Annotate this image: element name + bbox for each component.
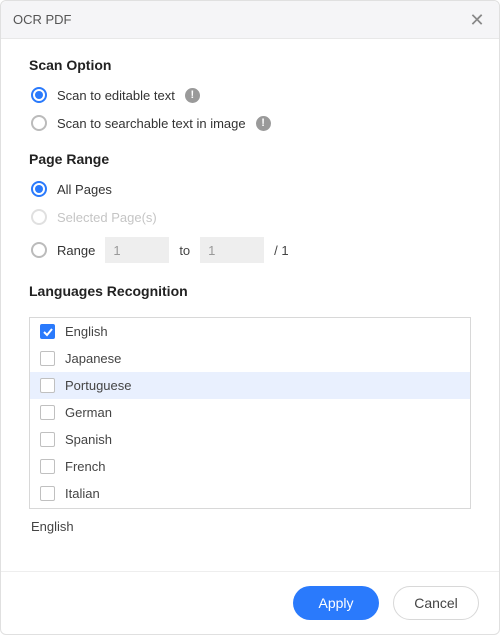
radio-icon [31, 242, 47, 258]
range-total-label: / 1 [274, 243, 288, 258]
language-item[interactable]: Japanese [30, 345, 470, 372]
language-label: English [65, 324, 108, 339]
scan-editable-option[interactable]: Scan to editable text ! [29, 87, 471, 103]
language-item[interactable]: Spanish [30, 426, 470, 453]
scan-searchable-option[interactable]: Scan to searchable text in image ! [29, 115, 471, 131]
scan-option-title: Scan Option [29, 57, 471, 73]
checkbox-icon [40, 432, 55, 447]
language-label: French [65, 459, 105, 474]
radio-label: Selected Page(s) [57, 210, 157, 225]
range-selected-option: Selected Page(s) [29, 209, 471, 225]
checkbox-icon [40, 351, 55, 366]
languages-list[interactable]: English Japanese Portuguese German Spanish Fr… [29, 317, 471, 509]
checkbox-icon [40, 459, 55, 474]
checkbox-icon [40, 486, 55, 501]
radio-label: All Pages [57, 182, 112, 197]
language-label: Japanese [65, 351, 121, 366]
titlebar: OCR PDF ✕ [1, 1, 499, 39]
checkbox-icon [40, 405, 55, 420]
radio-icon [31, 115, 47, 131]
page-range-title: Page Range [29, 151, 471, 167]
radio-icon [31, 209, 47, 225]
language-item[interactable]: German [30, 399, 470, 426]
language-item[interactable]: English [30, 318, 470, 345]
language-item[interactable]: Portuguese [30, 372, 470, 399]
radio-label: Scan to searchable text in image [57, 116, 246, 131]
ocr-pdf-dialog: OCR PDF ✕ Scan Option Scan to editable t… [0, 0, 500, 635]
range-all-option[interactable]: All Pages [29, 181, 471, 197]
language-item[interactable]: Italian [30, 480, 470, 507]
language-label: German [65, 405, 112, 420]
language-label: Spanish [65, 432, 112, 447]
checkbox-icon [40, 378, 55, 393]
dialog-footer: Apply Cancel [1, 571, 499, 634]
range-from-input[interactable] [105, 237, 169, 263]
apply-button[interactable]: Apply [293, 586, 379, 620]
range-custom-option[interactable]: Range to / 1 [29, 237, 471, 263]
selected-languages-summary: English [29, 509, 471, 538]
checkbox-icon [40, 324, 55, 339]
language-label: Italian [65, 486, 100, 501]
dialog-content: Scan Option Scan to editable text ! Scan… [1, 39, 499, 571]
cancel-button[interactable]: Cancel [393, 586, 479, 620]
range-to-label: to [179, 243, 190, 258]
radio-icon [31, 181, 47, 197]
info-icon[interactable]: ! [185, 88, 200, 103]
languages-title: Languages Recognition [29, 283, 471, 299]
radio-label: Range [57, 243, 95, 258]
close-icon[interactable]: ✕ [467, 11, 487, 29]
language-item[interactable]: French [30, 453, 470, 480]
language-label: Portuguese [65, 378, 132, 393]
range-inputs: to / 1 [105, 237, 288, 263]
range-to-input[interactable] [200, 237, 264, 263]
dialog-title: OCR PDF [13, 12, 72, 27]
radio-icon [31, 87, 47, 103]
radio-label: Scan to editable text [57, 88, 175, 103]
info-icon[interactable]: ! [256, 116, 271, 131]
